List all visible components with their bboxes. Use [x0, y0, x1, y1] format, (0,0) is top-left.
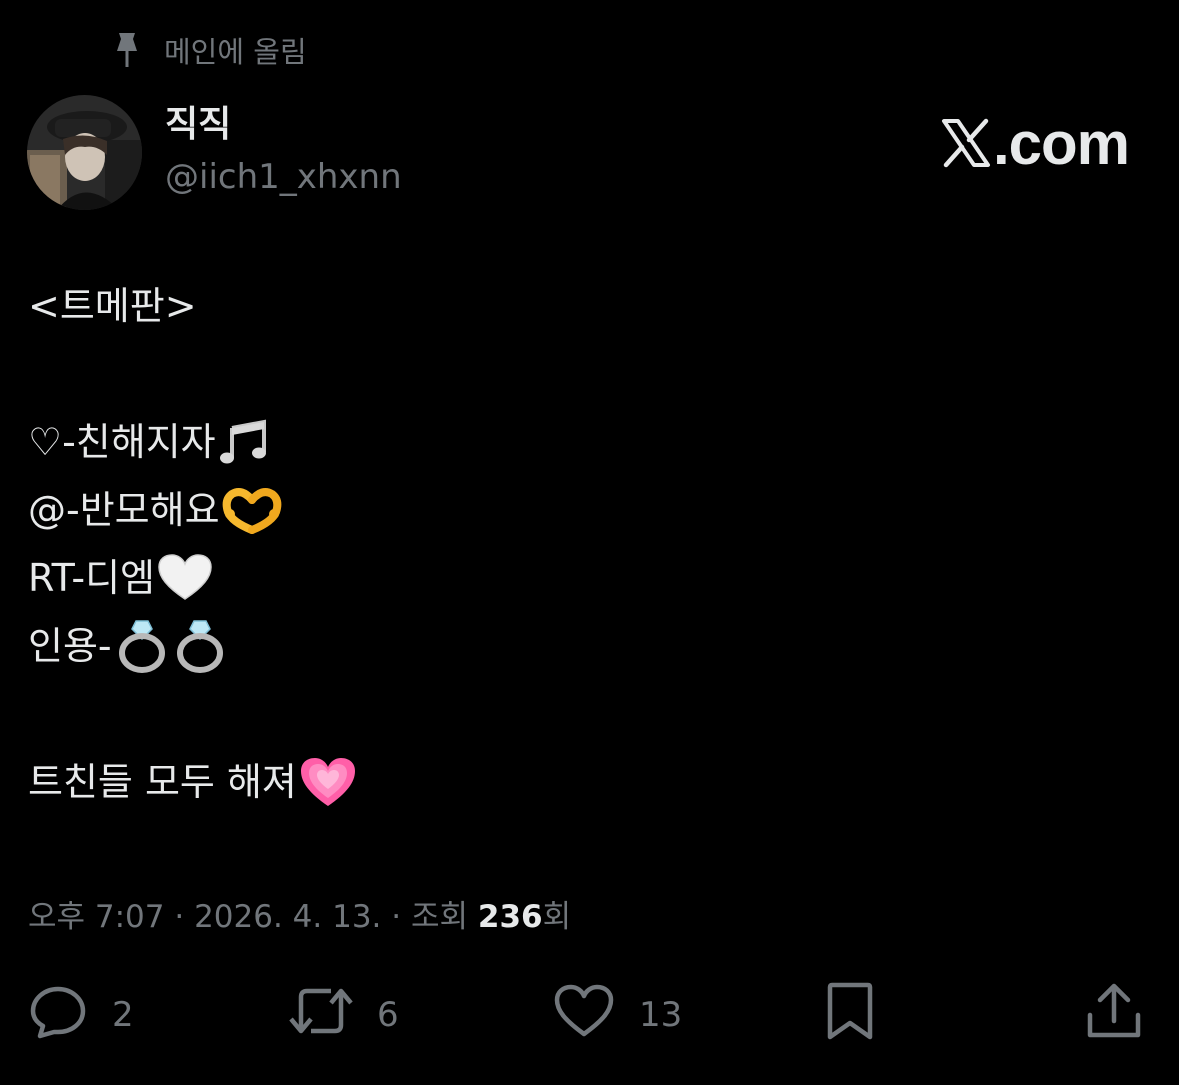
pinned-label: 메인에 올림: [164, 35, 307, 69]
tweet-time[interactable]: 오후 7:07: [28, 899, 165, 935]
ring-icon: [114, 619, 170, 673]
views-count: 236: [477, 899, 543, 935]
tweet-line: 트친들 모두 해져: [28, 748, 357, 816]
avatar[interactable]: [27, 95, 142, 210]
share-button[interactable]: [1084, 980, 1144, 1050]
views-label: 조회: [410, 899, 469, 935]
x-com-text: .com: [992, 109, 1130, 177]
tweet-line: <트메판>: [28, 284, 197, 328]
reply-count: 2: [112, 995, 134, 1035]
meta-separator: ·: [381, 899, 411, 935]
retweet-count: 6: [377, 995, 399, 1035]
tweet-date[interactable]: 2026. 4. 13.: [194, 899, 381, 935]
pin-icon: [112, 30, 142, 70]
tweet-line: @-반모해요: [28, 476, 357, 544]
reply-icon: [28, 983, 88, 1048]
pinned-indicator: 메인에 올림: [112, 28, 307, 72]
retweet-button[interactable]: 6: [287, 980, 399, 1050]
retweet-icon: [287, 983, 355, 1048]
views-suffix: 회: [542, 899, 572, 935]
white-heart-icon: [157, 553, 213, 603]
action-bar: 2 6 13: [0, 980, 1179, 1050]
author-handle[interactable]: @iich1_xhxnn: [165, 152, 402, 202]
growing-heart-icon: [299, 756, 357, 808]
heart-icon: [553, 984, 615, 1047]
share-icon: [1084, 981, 1144, 1050]
bookmark-button[interactable]: [822, 980, 878, 1050]
reply-button[interactable]: 2: [28, 980, 134, 1050]
heart-hands-icon: [222, 486, 282, 534]
tweet-meta: 오후 7:07 · 2026. 4. 13. · 조회 236회: [28, 893, 571, 941]
ring-icon: [172, 619, 228, 673]
author-info[interactable]: 직직 @iich1_xhxnn: [165, 100, 402, 202]
author-display-name[interactable]: 직직: [165, 100, 402, 150]
tweet-text: <트메판> ♡-친해지자 @-반모해요 RT-디엠 인용- 트친들 모두 해져: [28, 272, 357, 816]
like-button[interactable]: 13: [553, 980, 682, 1050]
meta-separator: ·: [164, 899, 195, 935]
like-count: 13: [639, 995, 683, 1035]
tweet-line: 인용-: [28, 612, 357, 680]
tweet-line: RT-디엠: [28, 544, 357, 612]
tweet-line: ♡-친해지자: [28, 408, 357, 476]
music-notes-icon: [218, 418, 272, 466]
bookmark-icon: [822, 981, 878, 1050]
x-com-watermark: .com: [941, 108, 1130, 178]
x-logo-icon: [941, 118, 990, 168]
